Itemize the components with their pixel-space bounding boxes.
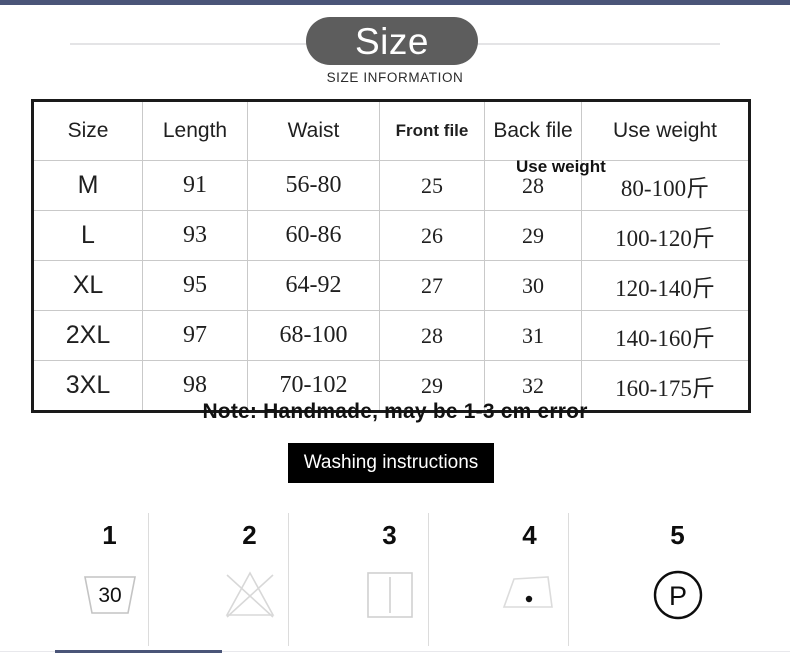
care-number-5: 5 bbox=[670, 520, 685, 550]
care-symbol-1: 1 30 bbox=[37, 505, 182, 650]
care-divider-4 bbox=[568, 513, 569, 646]
cell-length: 93 bbox=[142, 210, 248, 261]
cell-length: 97 bbox=[142, 310, 248, 361]
care-symbol-3: 3 bbox=[317, 505, 462, 650]
bottom-accent-underline bbox=[55, 650, 222, 653]
cell-size: M bbox=[32, 160, 143, 211]
cell-length: 91 bbox=[142, 160, 248, 211]
care-divider-2 bbox=[288, 513, 289, 646]
cell-back-file: 30 bbox=[484, 260, 582, 311]
page-title: Size bbox=[355, 20, 429, 62]
table-row: 2XL 97 68-100 28 31 140-160斤 bbox=[32, 310, 750, 361]
column-header-length: Length bbox=[142, 100, 248, 161]
care-number-2: 2 bbox=[242, 520, 257, 550]
do-not-bleach-icon bbox=[177, 567, 322, 637]
table-header-row: Size Length Waist Front file Back file U… bbox=[32, 100, 750, 161]
dry-clean-p-icon: P bbox=[605, 567, 750, 637]
cell-length: 95 bbox=[142, 260, 248, 311]
care-divider-3 bbox=[428, 513, 429, 646]
care-symbol-4: 4 bbox=[457, 505, 602, 650]
stray-use-weight-overlay: Use weight bbox=[516, 157, 606, 176]
iron-low-heat-icon bbox=[457, 567, 602, 637]
cell-waist: 64-92 bbox=[247, 260, 380, 311]
cell-size: 2XL bbox=[32, 310, 143, 361]
column-header-front-file: Front file bbox=[379, 100, 485, 161]
table-row: XL 95 64-92 27 30 120-140斤 bbox=[32, 260, 750, 311]
cell-use-weight: 120-140斤 bbox=[581, 260, 750, 311]
care-number-4: 4 bbox=[522, 520, 537, 550]
table-row: L 93 60-86 26 29 100-120斤 bbox=[32, 210, 750, 261]
svg-text:P: P bbox=[668, 581, 686, 611]
column-header-waist: Waist bbox=[247, 100, 380, 161]
care-symbol-5: 5 P bbox=[605, 505, 750, 650]
column-header-size: Size bbox=[32, 100, 143, 161]
cell-front-file: 28 bbox=[379, 310, 485, 361]
column-header-back-file: Back file bbox=[484, 100, 582, 161]
cell-size: XL bbox=[32, 260, 143, 311]
handmade-note: Note: Handmade, may be 1-3 cm error bbox=[202, 400, 588, 423]
cell-use-weight: 140-160斤 bbox=[581, 310, 750, 361]
drip-dry-square-icon bbox=[317, 567, 462, 637]
column-header-use-weight: Use weight bbox=[581, 100, 750, 161]
cell-use-weight: 80-100斤 bbox=[581, 160, 750, 211]
top-accent-bar bbox=[0, 0, 790, 5]
cell-size: L bbox=[32, 210, 143, 261]
care-symbol-row: 1 30 2 3 4 5 P bbox=[0, 505, 790, 650]
wash-tub-30-icon: 30 bbox=[37, 567, 182, 637]
cell-waist: 60-86 bbox=[247, 210, 380, 261]
cell-waist: 56-80 bbox=[247, 160, 380, 211]
cell-front-file: 25 bbox=[379, 160, 485, 211]
cell-use-weight: 100-120斤 bbox=[581, 210, 750, 261]
washing-instructions-label: Washing instructions bbox=[303, 452, 479, 473]
cell-front-file: 26 bbox=[379, 210, 485, 261]
cell-back-file: 31 bbox=[484, 310, 582, 361]
care-number-1: 1 bbox=[102, 520, 117, 550]
page-subtitle: SIZE INFORMATION bbox=[326, 70, 464, 85]
cell-front-file: 27 bbox=[379, 260, 485, 311]
washing-instructions-banner: Washing instructions bbox=[288, 443, 494, 483]
care-divider-1 bbox=[148, 513, 149, 646]
svg-text:30: 30 bbox=[98, 584, 121, 607]
cell-waist: 68-100 bbox=[247, 310, 380, 361]
care-symbol-2: 2 bbox=[177, 505, 322, 650]
size-chart-table: Size Length Waist Front file Back file U… bbox=[31, 99, 751, 413]
title-area: Size SIZE INFORMATION bbox=[0, 8, 790, 88]
care-number-3: 3 bbox=[382, 520, 397, 550]
size-title-pill: Size bbox=[306, 17, 478, 65]
cell-back-file: 29 bbox=[484, 210, 582, 261]
table-row: M 91 56-80 25 28 80-100斤 bbox=[32, 160, 750, 211]
